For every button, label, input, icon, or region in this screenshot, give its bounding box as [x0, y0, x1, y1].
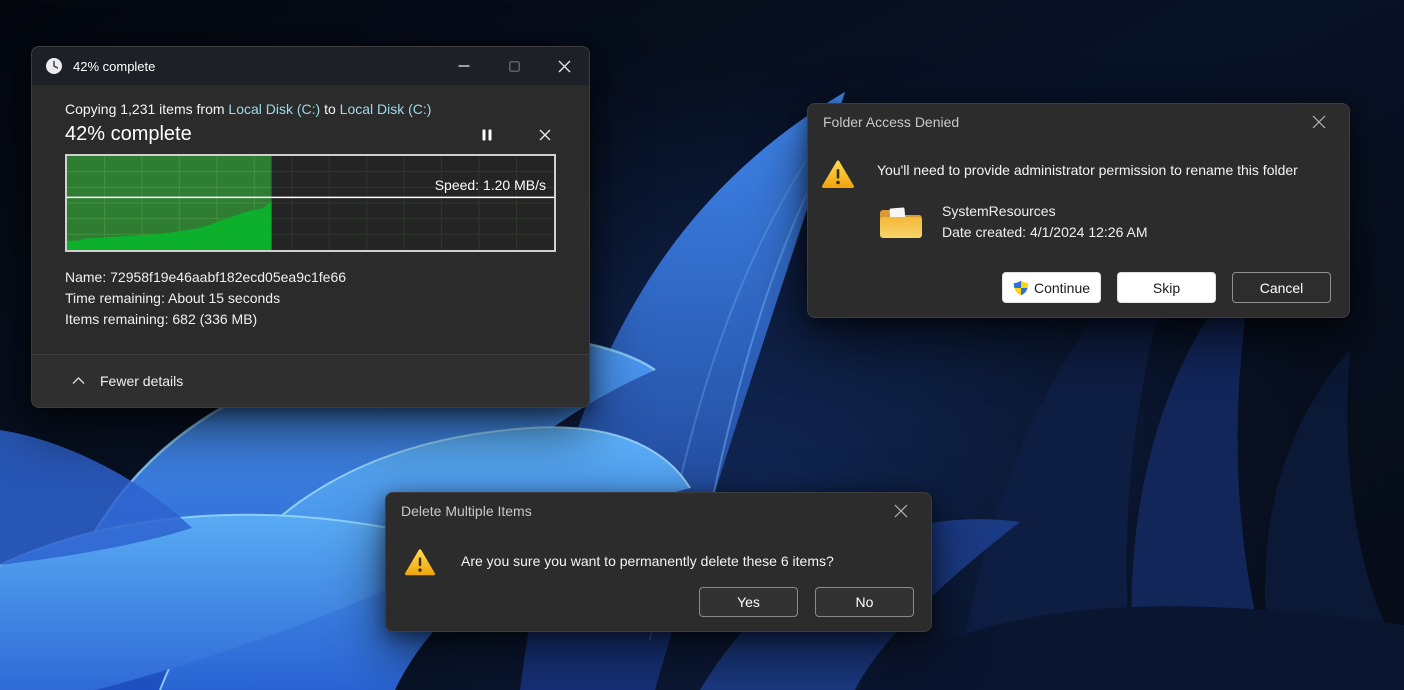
detail-value: 682 (336 MB) — [172, 311, 257, 327]
skip-label: Skip — [1153, 280, 1180, 296]
detail-items-row: Items remaining: 682 (336 MB) — [65, 309, 556, 330]
copy-progress-window: 42% complete — [31, 46, 590, 408]
maximize-icon — [509, 61, 520, 72]
window-title: 42% complete — [73, 59, 155, 74]
folder-access-denied-dialog: Folder Access Denied — [807, 103, 1350, 318]
minimize-icon — [458, 60, 470, 72]
delete-dialog-title: Delete Multiple Items — [401, 503, 532, 519]
copy-details: Name: 72958f19e46aabf182ecd05ea9c1fe66 T… — [65, 267, 556, 330]
detail-time-row: Time remaining: About 15 seconds — [65, 288, 556, 309]
detail-value: 72958f19e46aabf182ecd05ea9c1fe66 — [110, 269, 346, 285]
copy-body: Copying 1,231 items from Local Disk (C:)… — [32, 101, 589, 330]
progress-heading-row: 42% complete — [65, 123, 556, 146]
close-button[interactable] — [886, 497, 916, 525]
folder-dialog-buttons: Continue Skip Cancel — [1002, 272, 1331, 303]
folder-dialog-message: You'll need to provide administrator per… — [877, 162, 1298, 190]
fewer-details-toggle[interactable]: Fewer details — [32, 354, 589, 407]
detail-label: Time remaining: — [65, 290, 165, 306]
folder-date-created: Date created: 4/1/2024 12:26 AM — [942, 222, 1147, 243]
folder-dialog-title: Folder Access Denied — [823, 114, 959, 130]
yes-button[interactable]: Yes — [699, 587, 798, 617]
clock-icon — [45, 57, 63, 75]
folder-icon — [878, 201, 924, 241]
delete-multiple-items-dialog: Delete Multiple Items — [385, 492, 932, 632]
continue-label: Continue — [1034, 280, 1090, 296]
folder-dialog-body: You'll need to provide administrator per… — [808, 140, 1349, 319]
progress-heading: 42% complete — [65, 123, 192, 146]
chevron-up-icon — [72, 377, 85, 385]
speed-chart-svg — [67, 156, 554, 250]
delete-dialog-message: Are you sure you want to permanently del… — [461, 553, 834, 577]
speed-chart: Speed: 1.20 MB/s — [65, 154, 556, 252]
speed-label: Speed: 1.20 MB/s — [435, 177, 546, 193]
folder-dialog-titlebar[interactable]: Folder Access Denied — [808, 104, 1349, 140]
fewer-details-label: Fewer details — [100, 373, 183, 389]
folder-name: SystemResources — [942, 201, 1147, 222]
close-icon — [1312, 115, 1326, 129]
source-disk-link: Local Disk (C:) — [228, 101, 320, 117]
destination-disk-link: Local Disk (C:) — [340, 101, 432, 117]
detail-value: About 15 seconds — [168, 290, 280, 306]
copy-titlebar[interactable]: 42% complete — [32, 47, 589, 85]
skip-button[interactable]: Skip — [1117, 272, 1216, 303]
delete-dialog-body: Are you sure you want to permanently del… — [386, 529, 931, 633]
continue-button[interactable]: Continue — [1002, 272, 1101, 303]
status-connector: to — [320, 101, 339, 117]
cancel-copy-icon — [539, 129, 551, 141]
pause-icon — [482, 129, 492, 141]
pause-button[interactable] — [476, 124, 498, 146]
cancel-label: Cancel — [1260, 280, 1304, 296]
copy-status-line: Copying 1,231 items from Local Disk (C:)… — [65, 101, 556, 117]
delete-dialog-buttons: Yes No — [699, 587, 914, 617]
close-button[interactable] — [539, 47, 589, 85]
maximize-button — [489, 47, 539, 85]
detail-label: Name: — [65, 269, 106, 285]
warning-triangle-icon — [404, 548, 436, 577]
uac-shield-icon — [1013, 280, 1029, 296]
yes-label: Yes — [737, 594, 760, 610]
close-button[interactable] — [1304, 108, 1334, 136]
detail-name-row: Name: 72958f19e46aabf182ecd05ea9c1fe66 — [65, 267, 556, 288]
warning-triangle-icon — [821, 159, 855, 190]
close-icon — [894, 504, 908, 518]
status-prefix: Copying 1,231 items from — [65, 101, 228, 117]
desktop: 42% complete — [0, 0, 1404, 690]
detail-label: Items remaining: — [65, 311, 168, 327]
cancel-button[interactable]: Cancel — [1232, 272, 1331, 303]
no-label: No — [856, 594, 874, 610]
caption-buttons — [439, 47, 589, 85]
minimize-button[interactable] — [439, 47, 489, 85]
close-icon — [558, 60, 571, 73]
no-button[interactable]: No — [815, 587, 914, 617]
delete-dialog-titlebar[interactable]: Delete Multiple Items — [386, 493, 931, 529]
cancel-copy-button[interactable] — [534, 124, 556, 146]
